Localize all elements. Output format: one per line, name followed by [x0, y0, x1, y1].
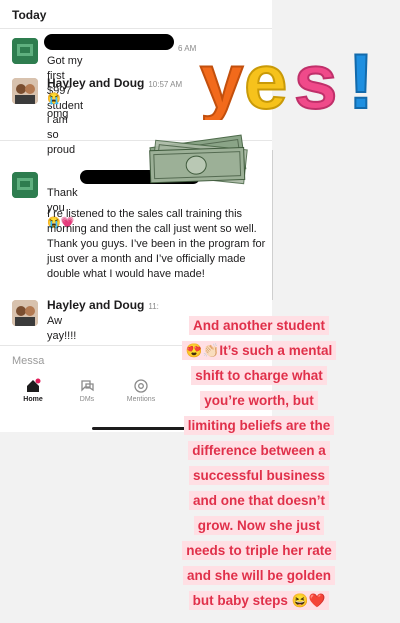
- message-time: 11:: [148, 302, 159, 311]
- caption-line: grow. Now she just: [148, 513, 370, 538]
- caption-line: shift to charge what: [148, 363, 370, 388]
- composer-placeholder[interactable]: Messa: [12, 355, 44, 367]
- caption-line: needs to triple her rate: [148, 538, 370, 563]
- avatar[interactable]: [12, 78, 38, 104]
- yes-letter-e: e: [244, 37, 287, 120]
- tab-label: DMs: [79, 396, 95, 403]
- message-time: 6 AM: [178, 44, 197, 53]
- default-avatar-icon: [12, 38, 38, 64]
- redacted-name-bar: [44, 34, 174, 50]
- caption-line: And another student: [148, 313, 370, 338]
- yes-letter-y: y: [200, 37, 243, 120]
- yes-letter-exclamation: !: [348, 37, 374, 120]
- dm-icon: [81, 380, 94, 392]
- author-name[interactable]: Hayley and Doug: [47, 76, 144, 90]
- default-avatar-icon: [12, 172, 38, 198]
- caption-line: you’re worth, but: [148, 388, 370, 413]
- message-text: Aw yay!!!!: [47, 315, 77, 342]
- author-name[interactable]: Hayley and Doug: [47, 298, 144, 312]
- money-stack-sticker: 100 100: [149, 134, 248, 185]
- message-author: Hayley and Doug 11:: [47, 298, 159, 312]
- divider: [0, 28, 272, 29]
- profile-photo-icon: [12, 78, 38, 104]
- caption-line: and one that doesn’t: [148, 488, 370, 513]
- caption-line: and she will be golden: [148, 563, 370, 588]
- home-icon: [27, 378, 41, 392]
- message-text: i am so proud: [47, 114, 76, 156]
- caption-line: difference between a: [148, 438, 370, 463]
- avatar[interactable]: [12, 172, 38, 198]
- at-icon: [134, 379, 148, 393]
- scroll-indicator: [272, 150, 273, 300]
- caption-line: limiting beliefs are the: [148, 413, 370, 438]
- profile-photo-icon: [12, 300, 38, 326]
- yes-sticker: y e s !: [199, 36, 375, 120]
- message-author: Hayley and Doug 10:57 AM: [47, 76, 182, 90]
- caption-line: but baby steps 😆❤️: [148, 588, 370, 613]
- message-text: I re listened to the sales call training…: [47, 208, 266, 280]
- avatar[interactable]: [12, 300, 38, 326]
- yes-letter-s: s: [294, 37, 337, 120]
- caption-line: 😍👏🏻It’s such a mental: [148, 338, 370, 363]
- section-header: Today: [12, 8, 47, 22]
- story-caption: And another student 😍👏🏻It’s such a menta…: [148, 313, 370, 613]
- tab-home[interactable]: Home: [3, 378, 63, 403]
- message-time: 10:57 AM: [148, 80, 183, 89]
- tab-dms[interactable]: DMs: [57, 378, 117, 403]
- tab-label: Home: [23, 396, 43, 403]
- caption-line: successful business: [148, 463, 370, 488]
- avatar[interactable]: [12, 38, 38, 64]
